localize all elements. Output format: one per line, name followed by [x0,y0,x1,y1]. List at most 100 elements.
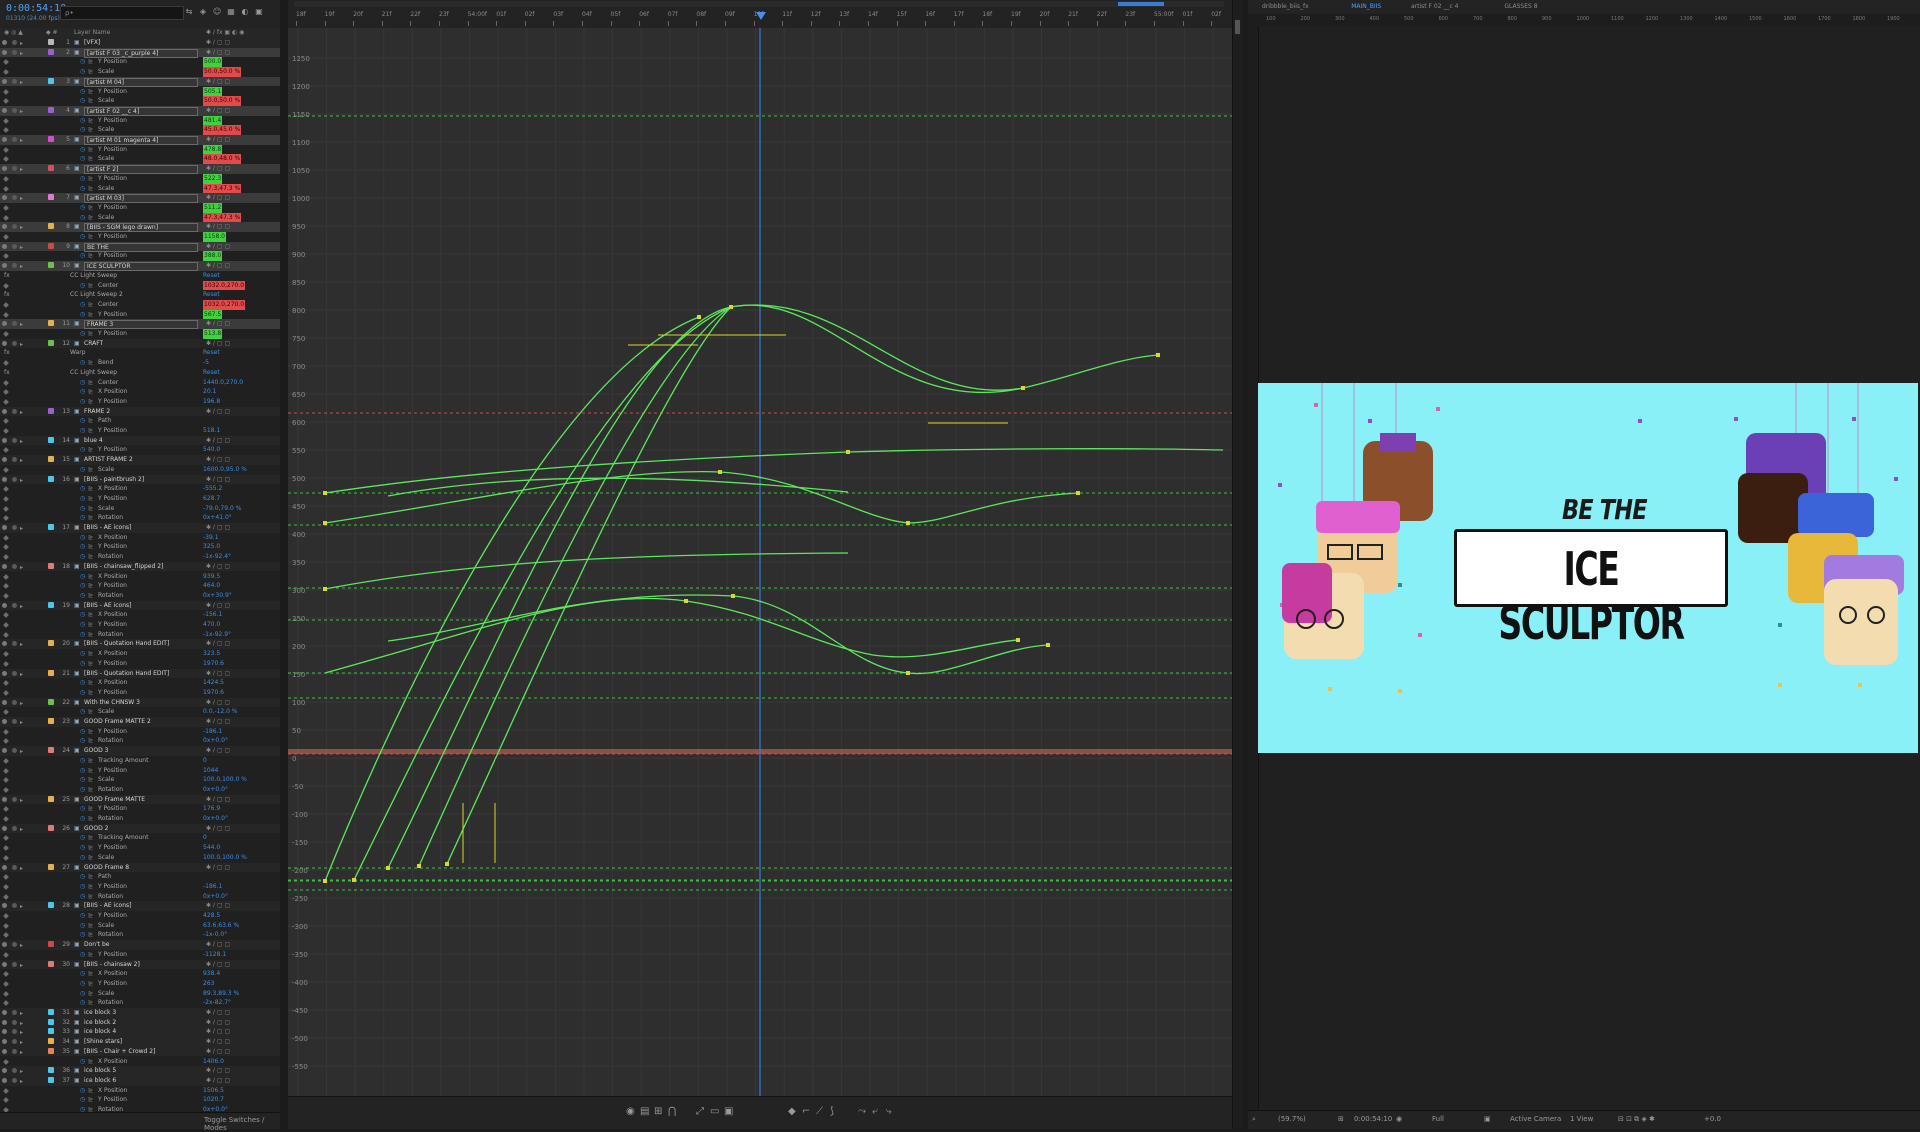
graph-toggle-icon[interactable]: ⊵ [88,329,93,339]
animation-curve[interactable] [324,552,849,590]
solo-icon[interactable] [12,641,17,647]
graph-toggle-icon[interactable]: ⊵ [88,251,93,261]
property-row[interactable]: ◷ ⊵ X Position 939.5 [0,572,280,582]
layer-switches-icon[interactable]: ✱ ∕ ▢ ▢ [206,1027,230,1037]
layer-name[interactable]: [artist F 02 __c 4] [84,106,198,116]
layer-row[interactable]: ▸ 9 ▣ BE THE ✱ ∕ ▢ ▢ [0,241,280,252]
layer-name[interactable]: ice block 6 [84,1076,116,1086]
stopwatch-icon[interactable]: ◷ [80,804,85,814]
property-value[interactable]: -186.1 [203,882,222,892]
solo-icon[interactable] [12,563,17,569]
stopwatch-icon[interactable]: ◷ [80,833,85,843]
graph-toggle-icon[interactable]: ⊵ [88,872,93,882]
keyframe-point[interactable] [1156,353,1160,357]
layer-row[interactable]: ▸ 13 ▣ FRAME 2 ✱ ∕ ▢ ▢ [0,406,280,417]
keyframe-nav-icon[interactable] [3,185,9,192]
layer-switches-icon[interactable]: ✱ ∕ ▢ ▢ [206,863,230,873]
stopwatch-icon[interactable]: ◷ [80,96,85,106]
graph-toggle-icon[interactable]: ⊵ [88,203,93,213]
magnify-icon[interactable]: ⌕ [1252,1115,1256,1124]
layer-name[interactable]: [Shine stars] [84,1037,122,1047]
layer-switches-icon[interactable]: ✱ ∕ ▢ ▢ [206,48,230,58]
keyframe-nav-icon[interactable] [3,583,9,590]
layer-switches-icon[interactable]: ✱ ∕ ▢ ▢ [206,523,230,533]
keyframe-nav-icon[interactable] [3,573,9,580]
graph-toggle-icon[interactable]: ⊵ [88,1105,93,1112]
region-icon[interactable]: ▣ [1484,1115,1491,1123]
layer-switches-icon[interactable]: ✱ ∕ ▢ ▢ [206,436,230,446]
graph-toggle-icon[interactable]: ⊵ [88,426,93,436]
stopwatch-icon[interactable]: ◷ [80,145,85,155]
exposure-value[interactable]: +0.0 [1704,1115,1721,1123]
animation-curve[interactable] [353,306,732,881]
layer-name[interactable]: GOOD Frame MATTE 2 [84,717,151,727]
property-value[interactable]: 1032.0,270.0 [203,299,246,310]
zoom-level[interactable]: (59.7%) [1278,1115,1306,1123]
property-value[interactable]: 0x+30.9° [203,591,232,601]
property-value[interactable]: 47.3,47.3 % [203,212,242,223]
stopwatch-icon[interactable]: ◷ [80,387,85,397]
fx-icon[interactable]: fx [4,271,10,281]
keyframe-point[interactable] [1021,386,1025,390]
property-row[interactable]: ◷ ⊵ Y Position 628.7 [0,494,280,504]
property-value[interactable]: 938.4 [203,969,220,979]
comp-canvas[interactable]: BE THE ICE SCULPTOR [1258,383,1918,753]
layer-name[interactable]: GOOD Frame MATTE [84,795,145,805]
layer-name[interactable]: [BIIS - Chair + Crowd 2] [84,1047,155,1057]
property-row[interactable]: ◷ ⊵ Bend -5 [0,358,280,368]
ease-out-icon[interactable]: ⤷ [886,1106,892,1117]
layer-search-input[interactable]: ρ• [60,6,184,20]
property-value[interactable]: 1044 [203,766,218,776]
graph-toggle-icon[interactable]: ⊵ [88,688,93,698]
time-ruler[interactable]: 18f 19f 20f 21f 22f 23f 54:00f 01f 02f 03f 04f 05f 0… [288,8,1232,26]
graph-toggle-icon[interactable]: ⊵ [88,494,93,504]
layer-name[interactable]: BE THE [84,242,198,252]
keyframe-nav-icon[interactable] [3,418,9,425]
property-row[interactable]: ◷ ⊵ Rotation 0x+0.0° [0,1105,280,1112]
stopwatch-icon[interactable]: ◷ [80,630,85,640]
layer-row[interactable]: ▸ 11 ▣ FRAME 3 ✱ ∕ ▢ ▢ [0,319,280,330]
stopwatch-icon[interactable]: ◷ [80,785,85,795]
property-row[interactable]: ◷ ⊵ Tracking Amount 0 [0,833,280,843]
headline-banner[interactable]: ICE SCULPTOR [1454,529,1728,650]
visibility-eye-icon[interactable] [2,641,7,647]
keyframe-nav-icon[interactable] [3,631,9,638]
stopwatch-icon[interactable]: ◷ [80,979,85,989]
solo-icon[interactable] [12,263,17,269]
property-row[interactable]: ◷ ⊵ Scale 1600.0,95.0 % [0,465,280,475]
graph-toggle-icon[interactable]: ⊵ [88,979,93,989]
property-row[interactable]: ◷ ⊵ Y Position 1158.0 [0,232,280,242]
property-row[interactable]: ◷ ⊵ Scale 50.0,50.0 % [0,96,280,106]
layer-row[interactable]: ▸ 23 ▣ GOOD Frame MATTE 2 ✱ ∕ ▢ ▢ [0,717,280,727]
label-color-swatch[interactable] [48,106,54,113]
property-row[interactable]: ◷ ⊵ Y Position 500.0 [0,57,280,68]
visibility-eye-icon[interactable] [2,78,7,84]
keyframe-nav-icon[interactable] [3,428,9,434]
layer-switches-icon[interactable]: ✱ ∕ ▢ ▢ [206,639,230,649]
keyframe-nav-icon[interactable] [3,757,9,764]
solo-icon[interactable] [12,437,17,443]
layer-row[interactable]: ▸ 3 ▣ [artist M 04] ✱ ∕ ▢ ▢ [0,76,280,87]
visibility-eye-icon[interactable] [2,1039,7,1045]
layer-switches-icon[interactable]: ✱ ∕ ▢ ▢ [206,1008,230,1018]
property-value[interactable]: 0x+0.0° [203,1105,228,1112]
layer-switches-icon[interactable]: ✱ ∕ ▢ ▢ [206,222,230,232]
graph-toggle-icon[interactable]: ⊵ [88,911,93,921]
graph-toggle-icon[interactable]: ⊵ [88,310,93,320]
property-value[interactable]: -39.1 [203,533,219,543]
property-row[interactable]: ◷ ⊵ Rotation 0x+0.0° [0,736,280,746]
toggle-switches-modes[interactable]: Toggle Switches / Modes [204,1116,280,1132]
comp-flowchart-icon[interactable]: ⇆ [184,7,194,17]
property-row[interactable]: ◷ ⊵ Y Position 540.0 [0,445,280,455]
stopwatch-icon[interactable]: ◷ [80,688,85,698]
effect-reset[interactable]: Reset [203,271,220,281]
keyframe-nav-icon[interactable] [3,593,9,599]
visibility-eye-icon[interactable] [2,263,7,269]
property-row[interactable]: ◷ ⊵ Rotation 0x+0.0° [0,785,280,795]
label-color-swatch[interactable] [48,795,54,802]
stopwatch-icon[interactable]: ◷ [80,281,85,291]
label-color-swatch[interactable] [48,960,54,967]
graph-toggle-icon[interactable]: ⊵ [88,513,93,523]
graph-toggle-icon[interactable]: ⊵ [88,756,93,766]
property-value[interactable]: 48.0,48.0 % [203,154,242,165]
